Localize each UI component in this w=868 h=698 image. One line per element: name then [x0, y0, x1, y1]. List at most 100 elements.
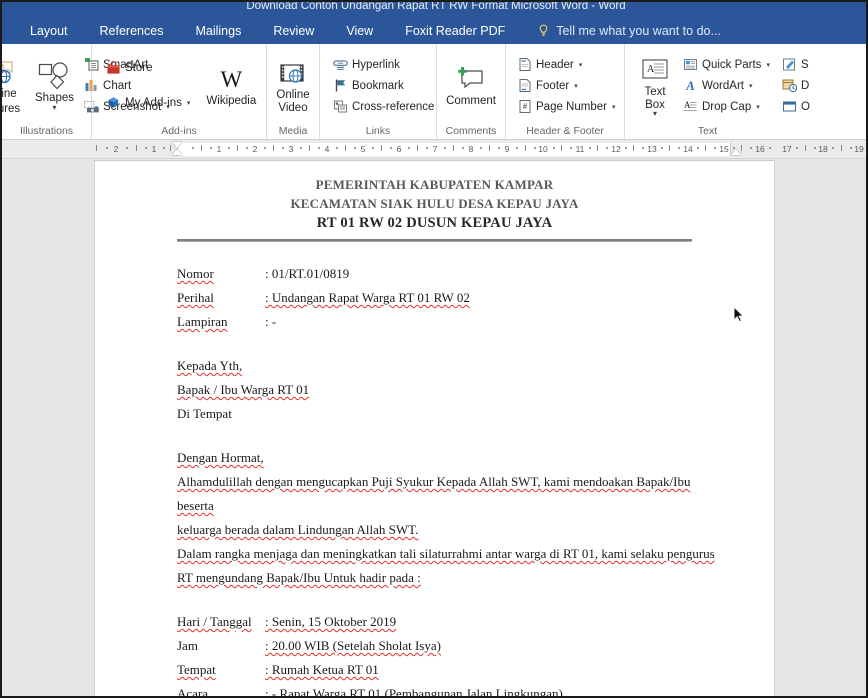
online-pictures-button[interactable]: ine ures	[2, 55, 30, 116]
cross-reference-label: Cross-reference	[352, 100, 435, 113]
chevron-down-icon[interactable]: ▾	[653, 110, 657, 118]
detail-row-tempat: Tempat : Rumah Ketua RT 01	[177, 658, 726, 682]
meta-label-lampiran: Lampiran	[177, 314, 228, 329]
hanging-indent-marker[interactable]	[172, 149, 182, 155]
footer-icon	[517, 78, 532, 93]
letterhead-line-2: KECAMATAN SIAK HULU DESA KEPAU JAYA	[290, 196, 579, 211]
online-video-button[interactable]: Online Video	[272, 56, 314, 115]
chevron-down-icon[interactable]: ▾	[612, 103, 616, 111]
object-icon	[782, 99, 797, 114]
group-label-comments: Comments	[445, 125, 497, 137]
wikipedia-icon: W	[220, 67, 243, 93]
chevron-down-icon[interactable]: ▾	[53, 103, 57, 111]
comment-button[interactable]: Comment	[442, 62, 500, 109]
store-icon	[106, 60, 121, 76]
group-label-media: Media	[278, 125, 308, 137]
meta-row-nomor: Nomor : 01/RT.01/0819	[177, 262, 726, 286]
chevron-down-icon[interactable]: ▾	[579, 61, 583, 69]
ruler-tick-8: 8	[468, 144, 474, 154]
comment-label: Comment	[446, 95, 496, 108]
paragraph-line-4: RT mengundang Bapak/Ibu Untuk hadir pada…	[177, 570, 421, 585]
ruler-tick-1: 1	[216, 144, 222, 154]
quick-parts-label: Quick Parts	[702, 58, 762, 71]
detail-row-jam: Jam : 20.00 WIB (Setelah Sholat Isya)	[177, 634, 726, 658]
text-box-label: Text Box	[644, 86, 666, 111]
page-number-button[interactable]: # Page Number ▾	[514, 96, 618, 117]
chevron-down-icon[interactable]: ▾	[574, 82, 578, 90]
detail-value-hari-tanggal: : Senin, 15 Oktober 2019	[265, 614, 397, 629]
ruler-tick-3: 3	[288, 144, 294, 154]
comment-icon	[456, 63, 486, 93]
tell-me-search[interactable]: Tell me what you want to do...	[521, 24, 721, 38]
footer-button[interactable]: Footer ▾	[514, 75, 618, 96]
group-label-header-footer: Header & Footer	[526, 125, 604, 137]
detail-row-hari-tanggal: Hari / Tanggal : Senin, 15 Oktober 2019	[177, 610, 726, 634]
ruler-tick-9: 9	[504, 144, 510, 154]
hyperlink-button[interactable]: Hyperlink	[330, 54, 437, 75]
tab-foxit-reader-pdf[interactable]: Foxit Reader PDF	[389, 18, 521, 44]
shapes-button[interactable]: Shapes ▾	[30, 59, 79, 112]
store-button[interactable]: Store	[103, 58, 193, 79]
ruler-tick-4: 4	[324, 144, 330, 154]
drop-cap-icon: A	[683, 99, 698, 114]
wordart-icon: A	[686, 77, 695, 93]
ruler-tick-19: 19	[854, 144, 864, 154]
shapes-icon	[38, 60, 72, 90]
chevron-down-icon[interactable]: ▾	[749, 82, 753, 90]
chevron-down-icon[interactable]: ▾	[756, 103, 760, 111]
store-label: Store	[125, 62, 153, 74]
tab-mailings[interactable]: Mailings	[179, 18, 257, 44]
detail-row-acara: Acara : - Rapat Warga RT 01 (Pembangunan…	[177, 682, 726, 698]
detail-label-hari-tanggal: Hari / Tanggal	[177, 614, 252, 629]
signature-line-button[interactable]: S	[779, 54, 813, 75]
tab-view[interactable]: View	[330, 18, 389, 44]
window-title: Download Contoh Undangan Rapat RT RW For…	[246, 2, 626, 12]
chevron-down-icon[interactable]: ▾	[766, 61, 770, 69]
tab-review[interactable]: Review	[257, 18, 330, 44]
header-button[interactable]: Header ▾	[514, 54, 618, 75]
letterhead-line-1: PEMERINTAH KABUPATEN KAMPAR	[315, 177, 554, 192]
wikipedia-label: Wikipedia	[206, 95, 257, 108]
ribbon-group-links: Hyperlink Bookmark Cross-reference Links	[320, 44, 437, 139]
document-canvas: PEMERINTAH KABUPATEN KAMPAR KECAMATAN SI…	[2, 159, 866, 698]
right-indent-marker[interactable]	[731, 149, 741, 155]
hyperlink-icon	[333, 57, 348, 72]
ruler-tick-18: 18	[818, 144, 828, 154]
object-label: O	[800, 100, 810, 113]
ruler-tick-14: 14	[683, 144, 693, 154]
object-button[interactable]: O	[779, 96, 813, 117]
date-and-time-button[interactable]: D	[779, 75, 813, 96]
detail-label-tempat: Tempat	[177, 662, 216, 677]
cross-reference-button[interactable]: Cross-reference	[330, 96, 437, 117]
wordart-button[interactable]: A WordArt ▾	[680, 75, 773, 96]
horizontal-ruler[interactable]: 2 1 1 2 3 4 5 6 7 8 9 10 11 12 13 14 15 …	[2, 140, 866, 159]
document-page[interactable]: PEMERINTAH KABUPATEN KAMPAR KECAMATAN SI…	[94, 160, 775, 698]
tab-layout[interactable]: Layout	[2, 18, 84, 44]
online-video-icon	[278, 57, 308, 87]
word-window: Download Contoh Undangan Rapat RT RW For…	[0, 0, 868, 698]
ruler-tick-15: 15	[719, 144, 729, 154]
drop-cap-button[interactable]: A Drop Cap ▾	[680, 96, 773, 117]
meta-value-perihal: : Undangan Rapat Warga RT 01 RW 02	[265, 290, 470, 305]
detail-value-tempat: : Rumah Ketua RT 01	[265, 662, 379, 677]
chevron-down-icon[interactable]: ▾	[187, 99, 191, 107]
tab-references[interactable]: References	[84, 18, 180, 44]
bookmark-button[interactable]: Bookmark	[330, 75, 437, 96]
page-number-label: Page Number	[536, 100, 607, 113]
salutation: Dengan Hormat,	[177, 450, 264, 465]
text-box-button[interactable]: A Text Box ▾	[634, 53, 676, 118]
addressee-line-3-text: Di Tempat	[177, 406, 232, 421]
quick-parts-button[interactable]: Quick Parts ▾	[680, 54, 773, 75]
ribbon-group-comments: Comment Comments	[437, 44, 506, 139]
my-addins-button[interactable]: My Add-ins ▾	[103, 93, 193, 114]
detail-value-acara: : - Rapat Warga RT 01 (Pembangunan Jalan…	[265, 686, 563, 698]
cross-reference-icon	[333, 99, 348, 114]
letter-body[interactable]: Nomor : 01/RT.01/0819 Perihal : Undangan…	[95, 242, 774, 698]
detail-label-jam: Jam	[177, 638, 198, 653]
first-line-indent-marker[interactable]	[172, 142, 182, 148]
meta-label-perihal: Perihal	[177, 290, 214, 305]
lightbulb-icon	[537, 24, 550, 38]
paragraph-line-2: keluarga berada dalam Lindungan Allah SW…	[177, 522, 419, 537]
online-pictures-label: ine	[2, 88, 17, 100]
wikipedia-button[interactable]: W Wikipedia	[201, 62, 261, 109]
